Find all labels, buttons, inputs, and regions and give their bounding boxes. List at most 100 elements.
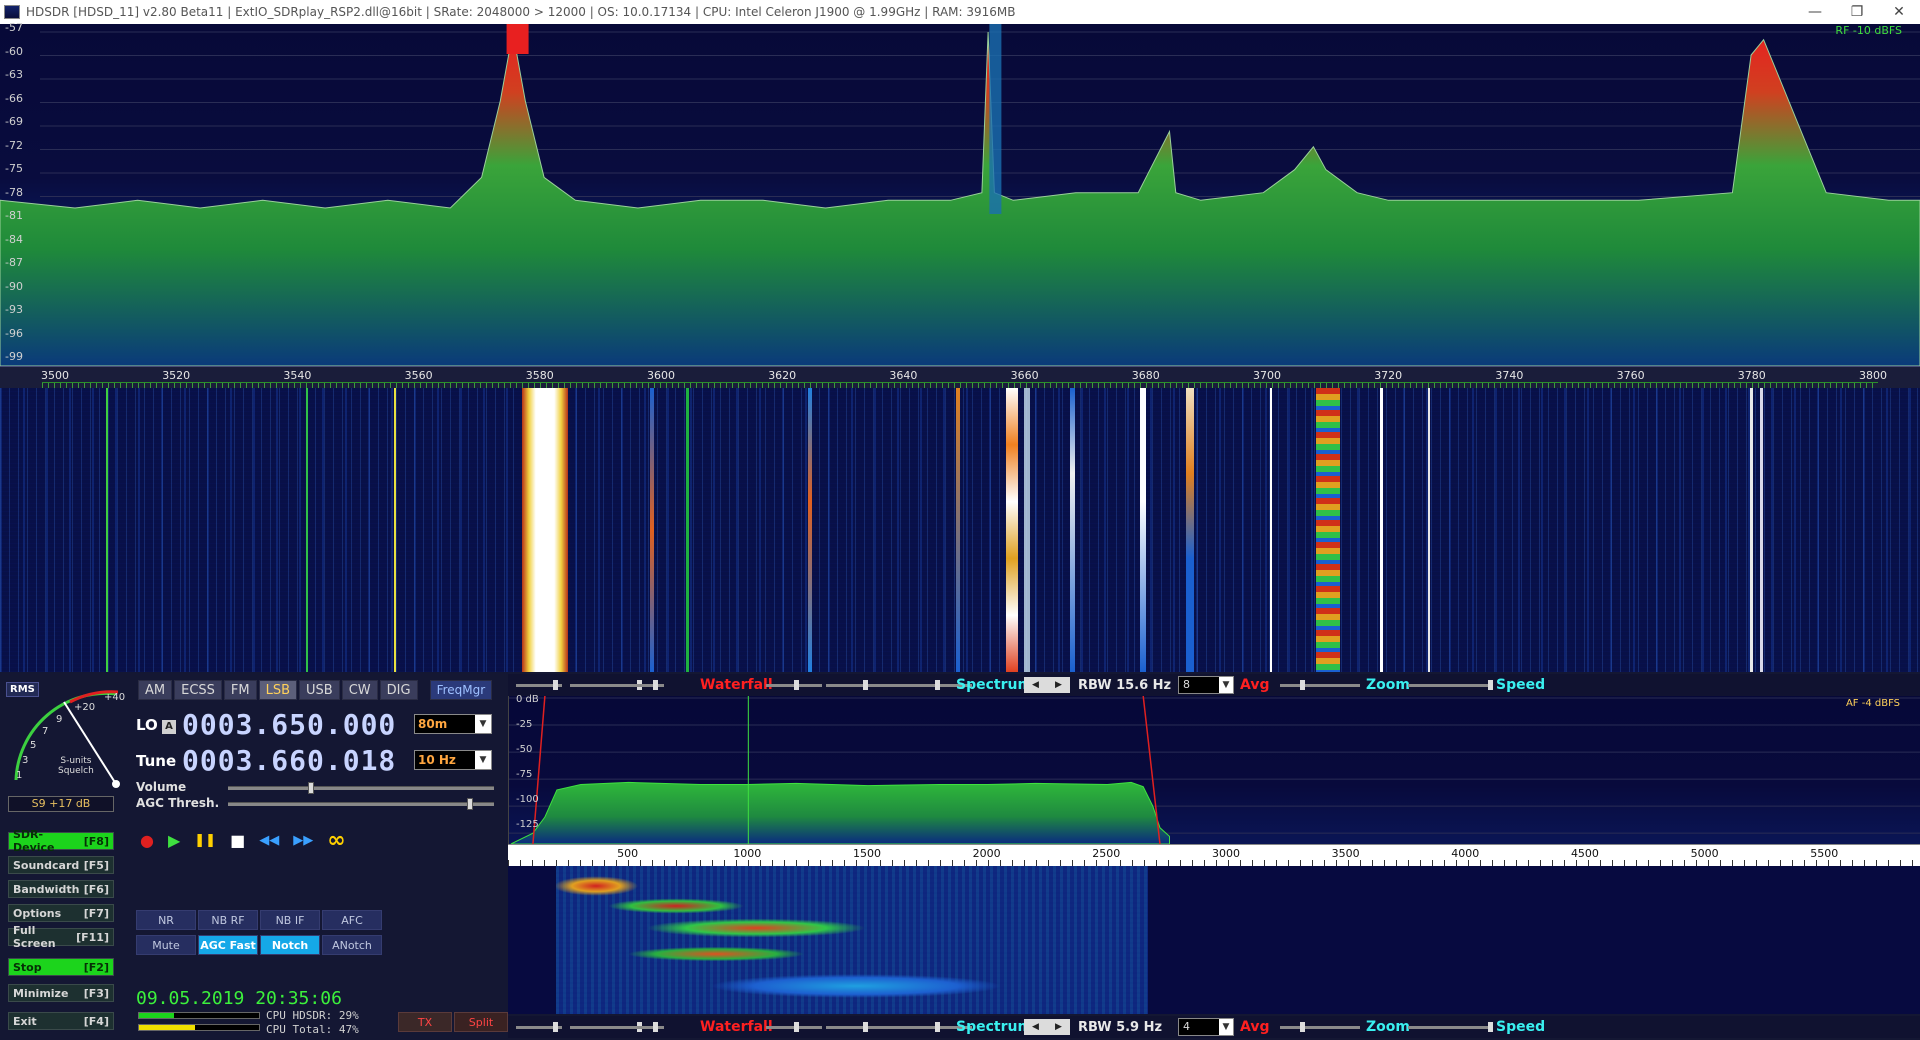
slider-knob[interactable] xyxy=(1488,1022,1493,1032)
fast-forward-button[interactable]: ▶▶ xyxy=(293,833,313,848)
s-meter-tick: +20 xyxy=(74,702,96,713)
mode-am-button[interactable]: AM xyxy=(138,680,173,700)
rf-spectrum-display[interactable] xyxy=(0,24,1920,366)
slider-knob[interactable] xyxy=(1300,680,1305,690)
pause-button[interactable]: ❚❚ xyxy=(194,833,216,848)
rf-level-readout: RF -10 dBFS xyxy=(1835,24,1902,37)
slider-knob[interactable] xyxy=(1300,1022,1305,1032)
step-select[interactable]: 10 Hz ▼ xyxy=(414,750,492,770)
mode-buttons: AM ECSS FM LSB USB CW DIG FreqMgr xyxy=(138,680,493,700)
rbw-stepper[interactable]: ◀ ▶ xyxy=(1024,677,1070,693)
side-button-options[interactable]: Options [F7] xyxy=(8,904,114,922)
mode-usb-button[interactable]: USB xyxy=(299,680,340,700)
band-value: 80m xyxy=(418,717,448,731)
dsp-nb-rf-button[interactable]: NB RF xyxy=(198,910,258,930)
stop-playback-button[interactable]: ■ xyxy=(230,831,245,850)
side-button-exit[interactable]: Exit [F4] xyxy=(8,1012,114,1030)
mode-fm-button[interactable]: FM xyxy=(223,680,257,700)
mode-lsb-button[interactable]: LSB xyxy=(258,680,298,700)
avg-select[interactable]: 8 ▼ xyxy=(1178,676,1234,694)
spectrum-slider[interactable] xyxy=(826,680,900,690)
rf-y-tick: -81 xyxy=(5,209,23,222)
slider-knob[interactable] xyxy=(1488,680,1493,690)
dsp-nr-button[interactable]: NR xyxy=(136,910,196,930)
rms-badge[interactable]: RMS xyxy=(6,682,39,697)
side-button-sdr-device[interactable]: SDR-Device [F8] xyxy=(8,828,114,854)
slider-knob[interactable] xyxy=(794,1022,799,1032)
dsp-anotch-button[interactable]: ANotch xyxy=(322,935,382,955)
speed-slider[interactable] xyxy=(1408,1022,1493,1032)
tx-button[interactable]: TX xyxy=(398,1012,452,1032)
play-button[interactable]: ▶ xyxy=(168,831,180,850)
rf-freq-tick: 3540 xyxy=(283,369,312,382)
dsp-afc-button[interactable]: AFC xyxy=(322,910,382,930)
slider-knob[interactable] xyxy=(935,1022,940,1032)
waterfall-slider[interactable] xyxy=(516,1022,562,1032)
zoom-slider[interactable] xyxy=(1280,680,1360,690)
zoom-slider[interactable] xyxy=(1280,1022,1360,1032)
record-button[interactable]: ● xyxy=(140,831,154,850)
side-button-key: [F3] xyxy=(83,986,109,1000)
chevron-right-icon[interactable]: ▶ xyxy=(1055,680,1062,690)
agc-thresh-slider[interactable] xyxy=(228,798,494,810)
chevron-left-icon[interactable]: ◀ xyxy=(1032,680,1039,690)
spectrum-slider[interactable] xyxy=(766,1022,822,1032)
mode-cw-button[interactable]: CW xyxy=(341,680,378,700)
loop-button[interactable]: ∞ xyxy=(327,828,345,853)
rf-frequency-scale[interactable]: 3500 3520 3540 3560 3580 3600 3620 3640 3660 3680… xyxy=(0,366,1920,388)
side-button-stop[interactable]: Stop [F2] xyxy=(8,958,114,976)
rewind-button[interactable]: ◀◀ xyxy=(259,833,279,848)
side-button-bandwidth[interactable]: Bandwidth [F6] xyxy=(8,880,114,898)
freqmgr-button[interactable]: FreqMgr xyxy=(429,680,493,700)
chevron-right-icon[interactable]: ▶ xyxy=(1055,1022,1062,1032)
chevron-left-icon[interactable]: ◀ xyxy=(1032,1022,1039,1032)
volume-knob[interactable] xyxy=(307,782,314,794)
rf-waterfall[interactable] xyxy=(0,388,1920,672)
waterfall-slider[interactable] xyxy=(516,680,562,690)
waterfall-signal-3664 xyxy=(1070,388,1075,672)
minimize-button[interactable]: — xyxy=(1794,0,1836,24)
side-button-minimize[interactable]: Minimize [F3] xyxy=(8,984,114,1002)
mode-ecss-button[interactable]: ECSS xyxy=(174,680,222,700)
split-button[interactable]: Split xyxy=(454,1012,508,1032)
slider-knob[interactable] xyxy=(863,680,868,690)
dsp-nb-if-button[interactable]: NB IF xyxy=(260,910,320,930)
slider-knob[interactable] xyxy=(794,680,799,690)
slider-knob[interactable] xyxy=(863,1022,868,1032)
restore-button[interactable]: ❐ xyxy=(1836,0,1878,24)
side-button-full-screen[interactable]: Full Screen [F11] xyxy=(8,924,114,950)
slider-knob[interactable] xyxy=(552,1022,558,1032)
side-button-label: Stop xyxy=(13,960,42,974)
waterfall-slider[interactable] xyxy=(608,680,664,690)
lo-frequency[interactable]: 0003.650.000 xyxy=(182,708,396,741)
tune-marker[interactable] xyxy=(989,24,1002,214)
waterfall-signal-main xyxy=(522,388,568,672)
close-button[interactable]: ✕ xyxy=(1878,0,1920,24)
af-frequency-scale[interactable]: 500 1000 1500 2000 2500 3000 3500 4000 4500 5000 5… xyxy=(508,844,1920,866)
spectrum-slider[interactable] xyxy=(766,680,822,690)
dsp-mute-button[interactable]: Mute xyxy=(136,935,196,955)
tune-frequency[interactable]: 0003.660.018 xyxy=(182,744,396,777)
slider-knob[interactable] xyxy=(935,680,940,690)
af-spectrum-display[interactable] xyxy=(508,696,1920,844)
dsp-agc-fast-button[interactable]: AGC Fast xyxy=(198,935,258,955)
volume-slider[interactable] xyxy=(228,782,494,794)
slider-knob[interactable] xyxy=(652,1022,658,1032)
band-select[interactable]: 80m ▼ xyxy=(414,714,492,734)
chevron-down-icon: ▼ xyxy=(475,715,491,733)
speed-slider[interactable] xyxy=(1408,680,1493,690)
waterfall-slider[interactable] xyxy=(608,1022,664,1032)
side-button-soundcard[interactable]: Soundcard [F5] xyxy=(8,856,114,874)
agc-thresh-knob[interactable] xyxy=(467,798,474,810)
squelch-label[interactable]: Squelch xyxy=(58,766,94,776)
mode-dig-button[interactable]: DIG xyxy=(379,680,418,700)
af-waterfall[interactable] xyxy=(508,866,1920,1014)
avg-select[interactable]: 4 ▼ xyxy=(1178,1018,1234,1036)
spectrum-slider[interactable] xyxy=(826,1022,900,1032)
dsp-notch-button[interactable]: Notch xyxy=(260,935,320,955)
slider-knob[interactable] xyxy=(652,680,658,690)
slider-knob[interactable] xyxy=(552,680,558,690)
rbw-stepper[interactable]: ◀ ▶ xyxy=(1024,1019,1070,1035)
vfo-a-badge[interactable]: A xyxy=(162,720,176,734)
rf-y-tick: -90 xyxy=(5,279,23,293)
